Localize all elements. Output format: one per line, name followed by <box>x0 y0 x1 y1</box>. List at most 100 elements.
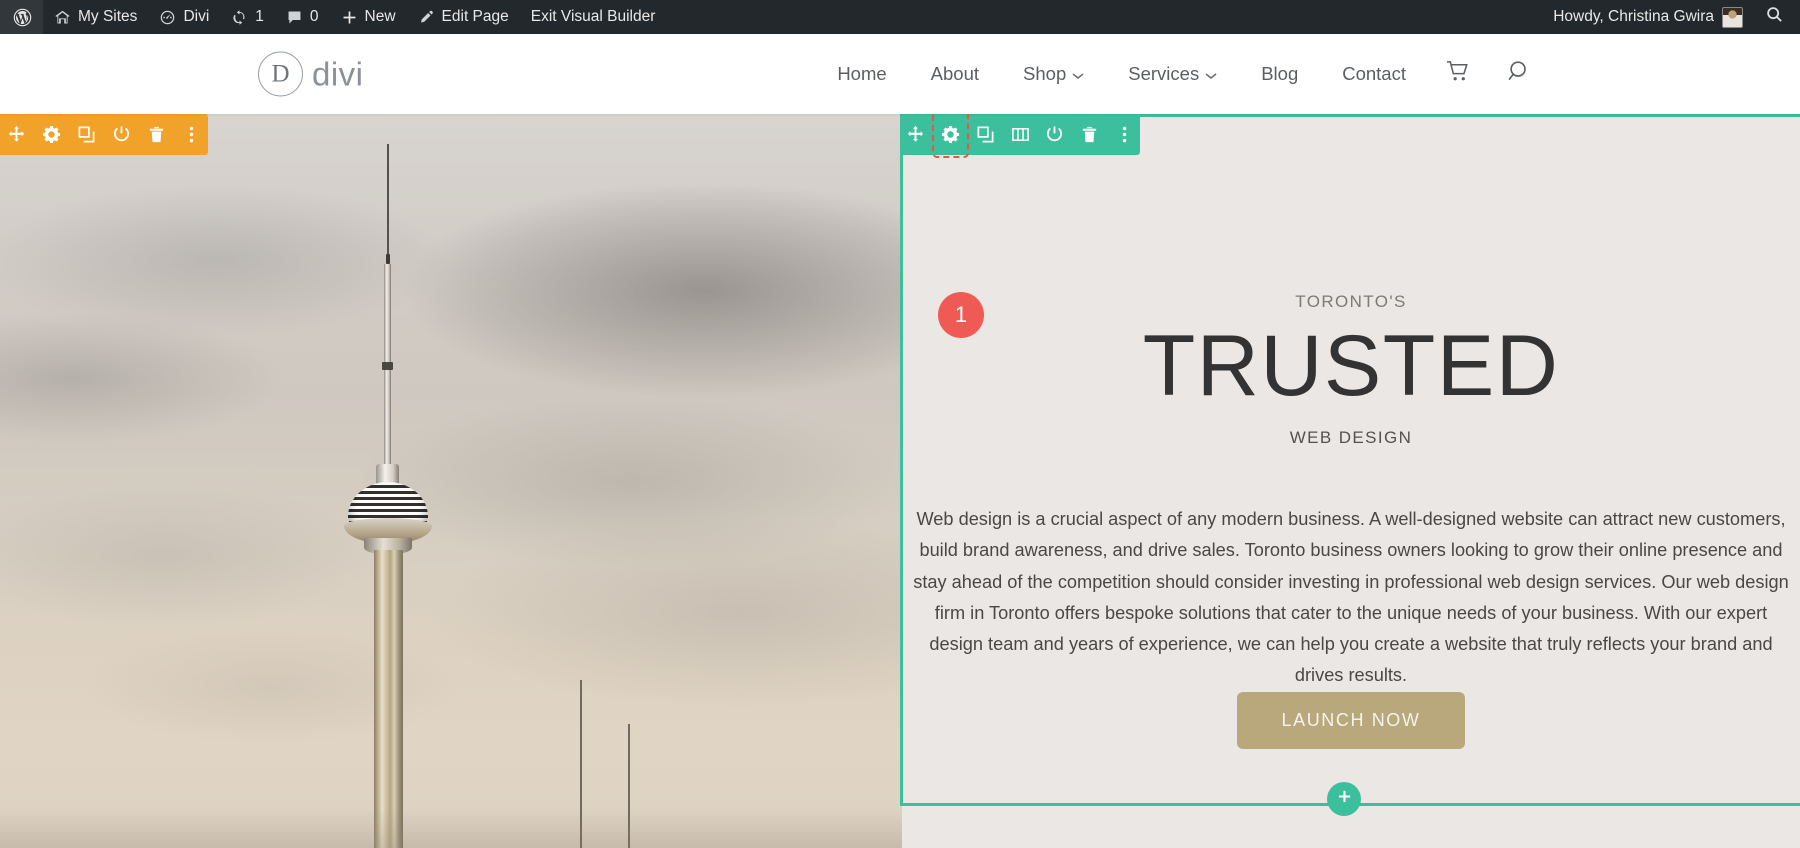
gear-icon <box>42 125 61 144</box>
page-content-area: TORONTO'S TRUSTED WEB DESIGN Web design … <box>0 114 1800 848</box>
hero-subhead: WEB DESIGN <box>1289 428 1413 447</box>
move-icon <box>906 125 925 144</box>
power-icon <box>112 125 131 144</box>
admin-bar-divi[interactable]: Divi <box>148 0 220 34</box>
admin-bar-new-label: New <box>364 8 396 25</box>
section-delete-button[interactable] <box>141 114 173 155</box>
tower-antenna-collar <box>382 362 393 370</box>
avatar <box>1723 7 1742 27</box>
nav-item-label: Shop <box>1023 63 1067 84</box>
admin-bar-edit-page-label: Edit Page <box>441 8 509 25</box>
nav-item-about[interactable]: About <box>909 63 1001 85</box>
row-columns-button[interactable] <box>1004 114 1036 155</box>
hero-photo <box>0 114 902 848</box>
hero-eyebrow: TORONTO'S <box>1295 292 1407 311</box>
admin-bar-updates[interactable]: 1 <box>220 0 275 34</box>
section-settings-button[interactable] <box>35 114 67 155</box>
plus-icon <box>1336 788 1353 810</box>
admin-bar-divi-label: Divi <box>183 8 210 25</box>
admin-bar-search-button[interactable] <box>1752 0 1800 34</box>
columns-icon <box>1011 125 1030 144</box>
admin-bar-updates-count: 1 <box>255 8 264 25</box>
admin-bar-edit-page[interactable]: Edit Page <box>407 0 520 34</box>
admin-bar-my-sites-label: My Sites <box>78 8 138 25</box>
cn-tower-illustration <box>318 114 458 848</box>
more-options-icon <box>1115 125 1134 144</box>
row-delete-button[interactable] <box>1074 114 1106 155</box>
site-logo-text: divi <box>312 55 364 92</box>
gear-icon <box>941 125 960 144</box>
page-title: TRUSTED <box>1142 318 1560 414</box>
site-logo[interactable]: D divi <box>258 51 364 97</box>
admin-bar-howdy[interactable]: Howdy, Christina Gwira <box>1539 0 1752 34</box>
nav-item-services[interactable]: Services <box>1106 63 1239 85</box>
pencil-icon <box>418 9 435 26</box>
header-search-button[interactable] <box>1489 59 1550 89</box>
move-icon <box>7 125 26 144</box>
comments-icon <box>286 9 303 26</box>
hero-cta-wrapper: LAUNCH NOW <box>902 692 1800 749</box>
admin-bar-comments[interactable]: 0 <box>275 0 330 34</box>
nav-item-blog[interactable]: Blog <box>1239 63 1320 85</box>
hero-text-block: TORONTO'S TRUSTED WEB DESIGN Web design … <box>902 114 1800 803</box>
section-toolbar[interactable] <box>0 114 208 155</box>
section-disable-button[interactable] <box>106 114 138 155</box>
search-icon <box>1765 5 1784 29</box>
launch-now-button[interactable]: LAUNCH NOW <box>1237 692 1465 749</box>
row-duplicate-button[interactable] <box>969 114 1001 155</box>
tower-antenna-node <box>385 254 390 264</box>
main-navigation: Home About Shop Services Blog Contact <box>815 59 1550 89</box>
nav-item-home[interactable]: Home <box>815 63 908 85</box>
sites-icon <box>54 9 71 26</box>
admin-bar-my-sites[interactable]: My Sites <box>43 0 148 34</box>
cart-button[interactable] <box>1428 60 1489 88</box>
site-header: D divi Home About Shop Services Blog Con… <box>0 34 1800 114</box>
section-more-options-button[interactable] <box>176 114 208 155</box>
trash-icon <box>147 125 166 144</box>
plus-icon <box>341 9 358 26</box>
admin-bar-howdy-label: Howdy, Christina Gwira <box>1553 8 1714 25</box>
admin-bar-new[interactable]: New <box>330 0 407 34</box>
admin-bar-wordpress-logo[interactable] <box>0 0 43 34</box>
admin-bar-exit-visual-builder[interactable]: Exit Visual Builder <box>520 0 667 34</box>
row-toolbar[interactable] <box>900 114 1140 158</box>
step-badge-1[interactable]: 1 <box>938 292 984 338</box>
nav-item-contact[interactable]: Contact <box>1320 63 1428 85</box>
row-disable-button[interactable] <box>1039 114 1071 155</box>
tower-pod-neck <box>376 464 399 484</box>
skyline-haze <box>0 808 902 848</box>
hero-body-text: Web design is a crucial aspect of any mo… <box>913 509 1789 686</box>
tower-shaft <box>374 550 403 848</box>
admin-bar-exit-label: Exit Visual Builder <box>530 8 656 25</box>
row-settings-button[interactable] <box>931 114 970 158</box>
section-move-button[interactable] <box>0 114 32 155</box>
nav-item-label: Services <box>1128 63 1200 84</box>
nav-item-label: About <box>930 63 980 84</box>
nav-item-label: Home <box>837 63 887 84</box>
chevron-down-icon <box>1072 63 1084 85</box>
tower-antenna-upper <box>387 144 389 254</box>
row-move-button[interactable] <box>900 114 932 155</box>
admin-bar-right-group: Howdy, Christina Gwira <box>1539 0 1800 34</box>
nav-item-label: Blog <box>1261 63 1299 84</box>
cart-icon <box>1446 60 1471 88</box>
nav-item-label: Contact <box>1342 63 1406 84</box>
step-badge-label: 1 <box>954 302 968 327</box>
divi-icon <box>159 9 176 26</box>
admin-bar-comments-count: 0 <box>309 8 319 25</box>
updates-icon <box>231 9 248 26</box>
divi-logo-mark-icon: D <box>258 51 303 97</box>
nav-item-shop[interactable]: Shop <box>1001 63 1106 85</box>
add-section-button[interactable] <box>1327 782 1361 816</box>
power-icon <box>1045 125 1064 144</box>
more-options-icon <box>182 125 201 144</box>
duplicate-icon <box>77 125 96 144</box>
wp-admin-bar: My Sites Divi 1 0 New Edit Page Exit Vis… <box>0 0 1800 34</box>
chevron-down-icon <box>1205 63 1217 85</box>
row-more-options-button[interactable] <box>1108 114 1140 155</box>
section-duplicate-button[interactable] <box>70 114 102 155</box>
duplicate-icon <box>976 125 995 144</box>
wordpress-logo-icon <box>12 7 33 28</box>
trash-icon <box>1080 125 1099 144</box>
search-icon <box>1507 59 1532 89</box>
